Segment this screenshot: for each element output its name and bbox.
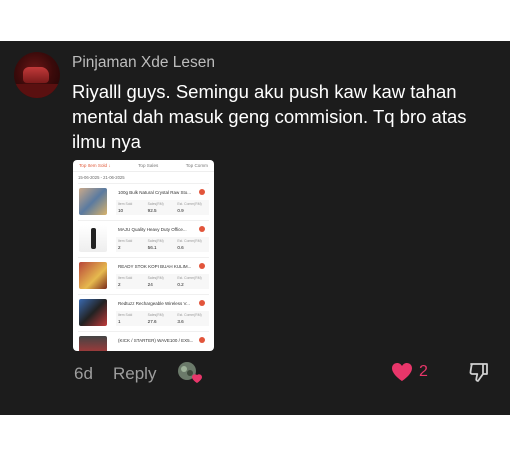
product-name: MAJU Quality Heavy Duty Office... — [118, 227, 187, 232]
comment-panel: Pinjaman Xde Lesen Riyalll guys. Semingu… — [0, 41, 510, 415]
product-stats: Item Sold 2 Sales(RM) 24 Est. Comm(RM) 0.2 — [116, 274, 209, 289]
stat-value: 0.6 — [177, 245, 184, 250]
heart-icon — [392, 363, 412, 381]
stat-value: 2 — [118, 282, 121, 287]
tab-top-item-sold: Top Item Sold ↓ — [79, 163, 111, 168]
stat-label: Item Sold — [118, 202, 133, 206]
stat-label: Item Sold — [118, 239, 133, 243]
stat-value: 92.5 — [147, 208, 157, 213]
product-name: 100g Bulk Natural Crystal Raw Sto... — [118, 190, 192, 195]
stat-value: 2 — [118, 245, 121, 250]
stat-label: Item Sold — [118, 276, 133, 280]
stat-label: Est. Comm(RM) — [177, 202, 202, 206]
dislike-icon[interactable] — [468, 361, 490, 383]
avatar-ground — [14, 84, 60, 98]
product-row: MAJU Quality Heavy Duty Office... Item S… — [78, 220, 209, 257]
product-thumbnail — [79, 336, 107, 351]
product-row: READY STOK KOPI BUAH KULIM... Item Sold 2… — [78, 257, 209, 294]
like-count: 2 — [419, 363, 428, 380]
arrow-icon — [199, 189, 205, 195]
stat-value: 0.9 — [177, 208, 184, 213]
stat-label: Sales(RM) — [147, 276, 164, 280]
product-name: (KICK / STARTER) WAVE100 / EX5... — [118, 338, 194, 343]
stat-label: Est. Comm(RM) — [177, 239, 202, 243]
stat-label: Sales(RM) — [147, 202, 164, 206]
tab-top-sales: Top Sales — [138, 163, 159, 168]
arrow-icon — [199, 337, 205, 343]
product-thumbnail — [79, 299, 107, 326]
stat-label: Est. Comm(RM) — [177, 276, 202, 280]
product-stats: Item Sold 10 Sales(RM) 92.5 Est. Comm(RM) 0… — [116, 200, 209, 215]
stat-value: 3.6 — [177, 319, 184, 324]
comment-text: Riyalll guys. Semingu aku push kaw kaw t… — [72, 81, 467, 152]
product-row: Redtuzz Rechargeable Wireless V... Item … — [78, 294, 209, 331]
reply-button[interactable]: Reply — [113, 364, 156, 384]
user-avatar[interactable] — [14, 52, 60, 98]
tab-top-comm: Top Comm — [185, 163, 208, 168]
stat-value: 0.2 — [177, 282, 184, 287]
stat-label: Sales(RM) — [147, 313, 164, 317]
product-thumbnail — [79, 225, 107, 252]
attachment-date-range: 15-06-2025 - 21-06-2025 — [78, 175, 125, 180]
reaction-avatar-icon[interactable] — [177, 361, 203, 385]
product-name: Redtuzz Rechargeable Wireless V... — [118, 301, 190, 306]
stat-value: 10 — [118, 208, 124, 213]
stat-value: 24 — [147, 282, 153, 287]
product-stats: Item Sold 1 Sales(RM) 27.6 Est. Comm(RM) 3.… — [116, 311, 209, 326]
stat-value: 27.6 — [147, 319, 157, 324]
stat-value: 1 — [118, 319, 121, 324]
product-stats: Item Sold 2 Sales(RM) 56.1 Est. Comm(RM) 0.… — [116, 237, 209, 252]
product-row: 100g Bulk Natural Crystal Raw Sto... Ite… — [78, 183, 209, 220]
arrow-icon — [199, 226, 205, 232]
like-button[interactable]: 2 — [391, 362, 428, 382]
avatar-car — [23, 67, 49, 83]
product-name: READY STOK KOPI BUAH KULIM... — [118, 264, 192, 269]
stat-label: Sales(RM) — [147, 239, 164, 243]
product-thumbnail — [79, 188, 107, 215]
arrow-icon — [199, 300, 205, 306]
arrow-icon — [199, 263, 205, 269]
product-thumbnail — [79, 262, 107, 289]
comment-image-attachment[interactable]: Top Item Sold ↓ Top Sales Top Comm 15-06… — [73, 160, 214, 351]
stat-label: Item Sold — [118, 313, 133, 317]
comment-age: 6d — [74, 364, 93, 383]
stat-label: Est. Comm(RM) — [177, 313, 202, 317]
attachment-tabs: Top Item Sold ↓ Top Sales Top Comm — [73, 160, 214, 172]
comment-username[interactable]: Pinjaman Xde Lesen — [72, 54, 215, 72]
stat-value: 56.1 — [147, 245, 157, 250]
product-row: (KICK / STARTER) WAVE100 / EX5... — [78, 331, 209, 351]
